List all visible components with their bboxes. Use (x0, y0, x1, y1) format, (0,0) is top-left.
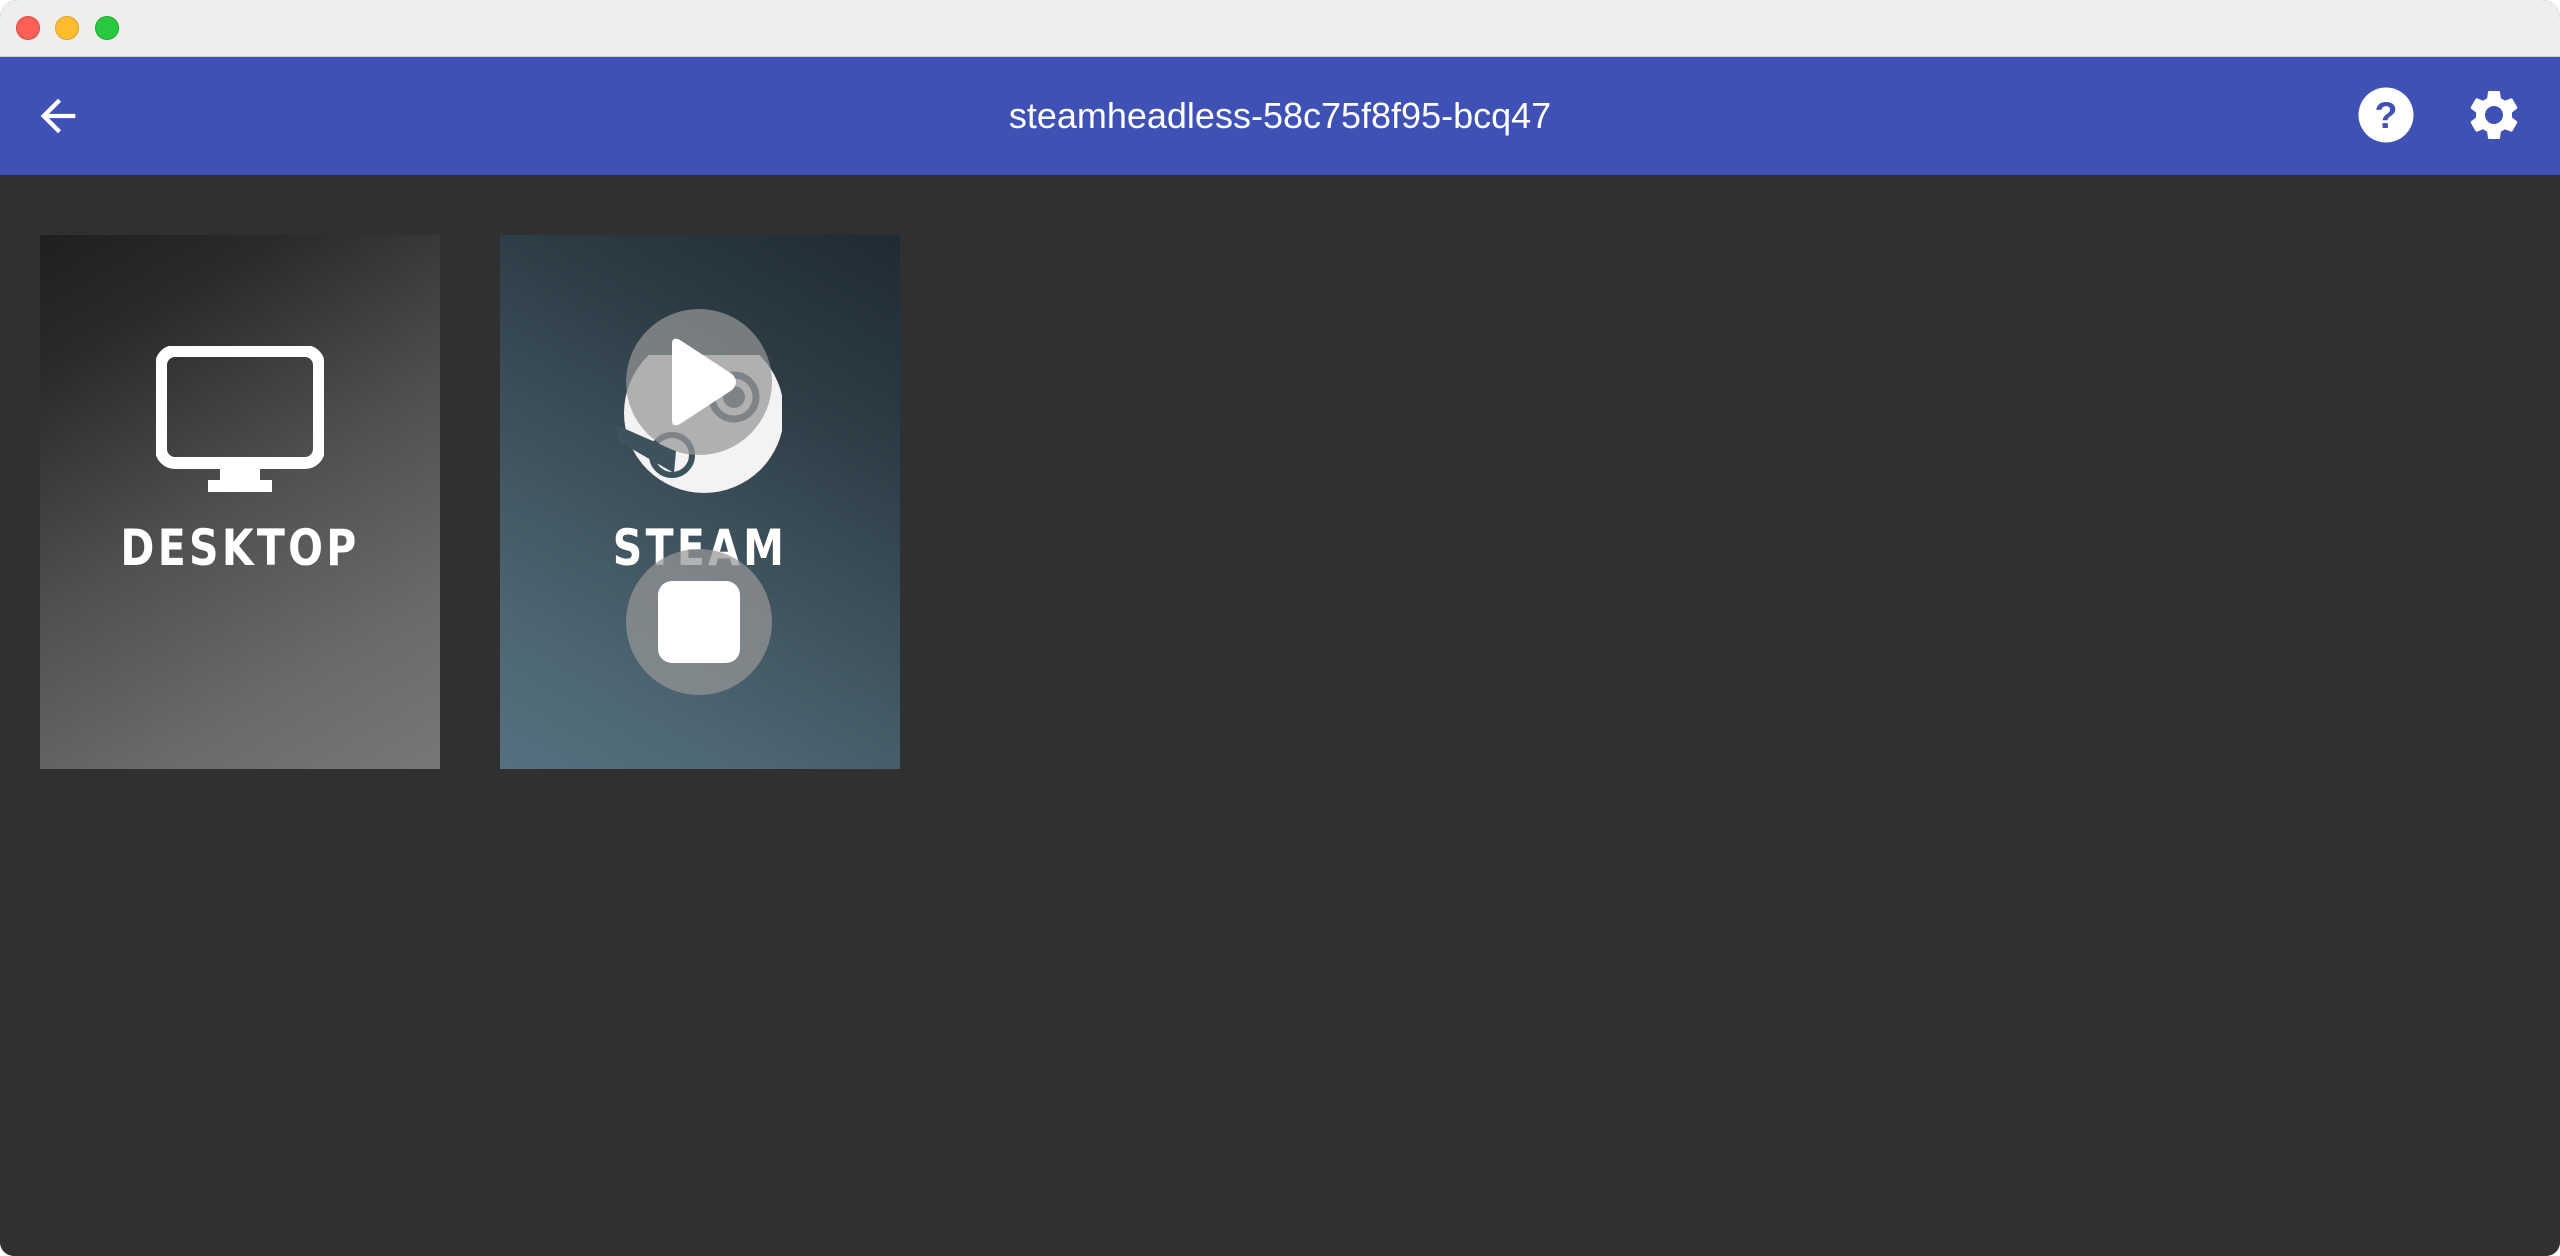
page-title: steamheadless-58c75f8f95-bcq47 (1008, 95, 1552, 136)
svg-text:?: ? (2375, 94, 2398, 136)
arrow-back-icon (40, 98, 76, 134)
window-minimize-button[interactable] (55, 16, 79, 40)
app-window: steamheadless-58c75f8f95-bcq47 ? DESKTOP… (0, 0, 2560, 1256)
help-button[interactable]: ? (2356, 85, 2416, 145)
play-button[interactable] (626, 309, 772, 455)
help-circle-icon: ? (2358, 87, 2414, 143)
monitor-icon (156, 346, 324, 492)
stop-icon (658, 581, 740, 663)
app-card-desktop[interactable] (40, 235, 440, 769)
app-bar: steamheadless-58c75f8f95-bcq47 (0, 57, 2560, 175)
gear-icon (2470, 91, 2518, 139)
play-icon (672, 338, 736, 426)
back-button[interactable] (28, 86, 88, 146)
window-zoom-button[interactable] (95, 16, 119, 40)
settings-button[interactable] (2464, 85, 2524, 145)
window-titlebar (0, 0, 2560, 57)
window-close-button[interactable] (16, 16, 40, 40)
stop-button[interactable] (626, 549, 772, 695)
